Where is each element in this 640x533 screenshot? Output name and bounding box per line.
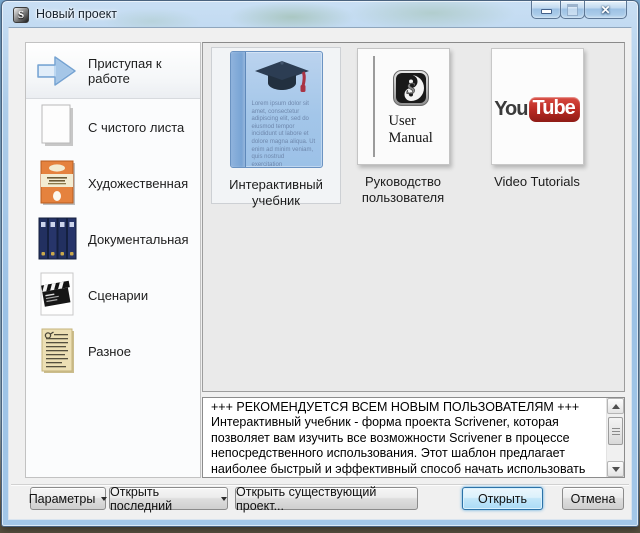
sidebar-item-label: Сценарии bbox=[88, 288, 148, 303]
cancel-button-label: Отмена bbox=[571, 492, 616, 506]
open-existing-label: Открыть существующий проект... bbox=[236, 485, 417, 513]
youtube-logo: You Tube bbox=[494, 97, 580, 122]
caption-buttons: ✕ bbox=[532, 1, 627, 19]
options-button[interactable]: Параметры bbox=[30, 487, 106, 510]
template-description-box: +++ РЕКОМЕНДУЕТСЯ ВСЕМ НОВЫМ ПОЛЬЗОВАТЕЛ… bbox=[202, 397, 625, 478]
template-user-manual[interactable]: S User Manual Руководство пользователя bbox=[344, 47, 462, 206]
new-project-dialog: S Новый проект ✕ Приступая к работе bbox=[1, 0, 639, 527]
cancel-button[interactable]: Отмена bbox=[562, 487, 624, 510]
sidebar-item-label: Документальная bbox=[88, 232, 189, 247]
book-spine bbox=[231, 52, 246, 167]
open-button-label: Открыть bbox=[478, 492, 527, 506]
scrollbar-thumb[interactable] bbox=[608, 417, 623, 445]
scrivener-app-icon: S bbox=[13, 7, 29, 23]
blank-page-icon bbox=[33, 102, 81, 152]
close-button[interactable]: ✕ bbox=[584, 1, 627, 19]
sidebar-item-label: С чистого листа bbox=[88, 120, 184, 135]
scroll-down-button[interactable] bbox=[607, 461, 624, 477]
manual-cover: S User Manual bbox=[357, 48, 450, 165]
open-button[interactable]: Открыть bbox=[462, 487, 543, 510]
dropdown-caret-icon bbox=[221, 497, 227, 501]
arrow-right-icon bbox=[33, 46, 81, 96]
template-caption: Video Tutorials bbox=[473, 174, 601, 190]
parchment-icon bbox=[33, 326, 81, 376]
arrow-down-icon bbox=[612, 467, 620, 472]
minimize-icon bbox=[541, 9, 552, 14]
options-button-label: Параметры bbox=[29, 492, 96, 506]
svg-text:S: S bbox=[406, 79, 415, 98]
scrivener-logo-icon: S bbox=[393, 70, 429, 106]
template-interactive-tutorial[interactable]: Lorem ipsum dolor sit amet, consectetur … bbox=[211, 47, 341, 204]
youtube-logo-you: You bbox=[494, 98, 527, 121]
open-recent-label: Открыть последний bbox=[110, 485, 215, 513]
graduation-cap-icon bbox=[251, 59, 313, 97]
minimize-button[interactable] bbox=[531, 1, 561, 19]
category-sidebar: Приступая к работе С чистого листа bbox=[25, 42, 201, 478]
template-video-tutorials[interactable]: You Tube Video Tutorials bbox=[473, 47, 601, 190]
cover-lorem-text: Lorem ipsum dolor sit amet, consectetur … bbox=[252, 101, 317, 169]
sidebar-item-blank[interactable]: С чистого листа bbox=[26, 99, 200, 155]
sidebar-item-label: Приступая к работе bbox=[88, 56, 200, 86]
maximize-button[interactable] bbox=[560, 1, 585, 19]
sidebar-item-label: Художественная bbox=[88, 176, 188, 191]
window-title: Новый проект bbox=[36, 7, 117, 21]
sidebar-item-getting-started[interactable]: Приступая к работе bbox=[26, 43, 200, 99]
tutorial-book-cover: Lorem ipsum dolor sit amet, consectetur … bbox=[230, 51, 323, 168]
open-existing-project-button[interactable]: Открыть существующий проект... bbox=[235, 487, 418, 510]
youtube-logo-tube: Tube bbox=[529, 97, 580, 122]
youtube-cover: You Tube bbox=[491, 48, 584, 165]
maximize-icon bbox=[567, 4, 578, 16]
description-scrollbar[interactable] bbox=[606, 398, 624, 477]
scroll-up-button[interactable] bbox=[607, 398, 624, 414]
arrow-up-icon bbox=[612, 404, 620, 409]
manual-cover-title: User Manual bbox=[389, 113, 447, 147]
sidebar-item-scripts[interactable]: Сценарии bbox=[26, 267, 200, 323]
open-recent-button[interactable]: Открыть последний bbox=[109, 487, 228, 510]
fiction-book-icon bbox=[33, 158, 81, 208]
template-caption: Интерактивный учебник bbox=[212, 177, 340, 209]
sidebar-item-misc[interactable]: Разное bbox=[26, 323, 200, 379]
thumb-grip-icon bbox=[612, 428, 620, 435]
template-description-text: +++ РЕКОМЕНДУЕТСЯ ВСЕМ НОВЫМ ПОЛЬЗОВАТЕЛ… bbox=[211, 400, 599, 478]
template-gallery: Lorem ipsum dolor sit amet, consectetur … bbox=[202, 42, 625, 392]
encyclopedia-volumes-icon bbox=[33, 214, 81, 264]
titlebar[interactable]: S Новый проект ✕ bbox=[2, 1, 638, 28]
template-caption: Руководство пользователя bbox=[344, 174, 462, 206]
dropdown-caret-icon bbox=[101, 497, 107, 501]
dialog-body: Приступая к работе С чистого листа bbox=[8, 27, 632, 520]
sidebar-item-fiction[interactable]: Художественная bbox=[26, 155, 200, 211]
sidebar-item-nonfiction[interactable]: Документальная bbox=[26, 211, 200, 267]
sidebar-item-label: Разное bbox=[88, 344, 131, 359]
clapperboard-icon bbox=[33, 270, 81, 320]
close-icon: ✕ bbox=[600, 4, 610, 16]
manual-spine-line bbox=[373, 56, 375, 157]
